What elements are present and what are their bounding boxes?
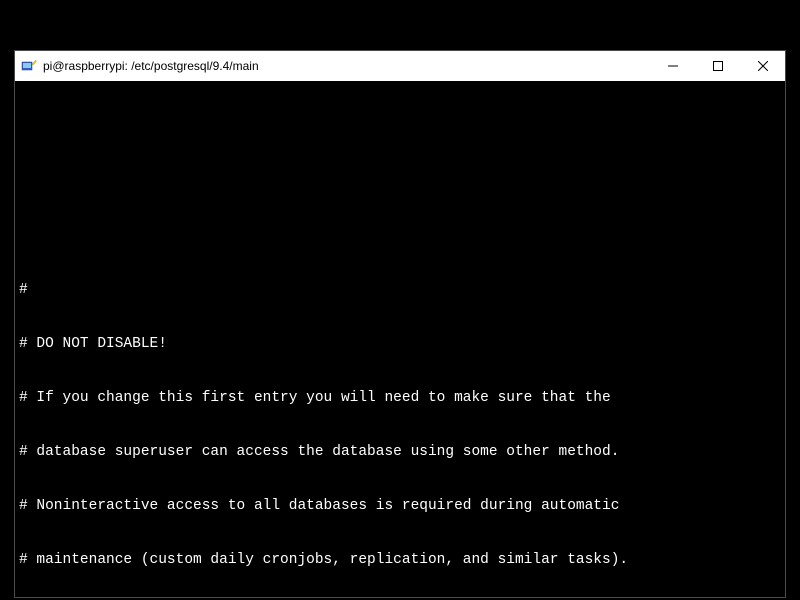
- terminal-line: # If you change this first entry you wil…: [19, 389, 781, 407]
- window-controls: [650, 51, 785, 81]
- close-button[interactable]: [740, 51, 785, 81]
- terminal-blank-line: [19, 227, 781, 245]
- putty-icon: [21, 58, 37, 74]
- terminal-viewport[interactable]: # # DO NOT DISABLE! # If you change this…: [15, 81, 785, 597]
- terminal-blank-line: [19, 119, 781, 137]
- window-title: pi@raspberrypi: /etc/postgresql/9.4/main: [43, 59, 650, 73]
- terminal-line: # Noninteractive access to all databases…: [19, 497, 781, 515]
- terminal-line: #: [19, 281, 781, 299]
- terminal-blank-line: [19, 173, 781, 191]
- titlebar: pi@raspberrypi: /etc/postgresql/9.4/main: [15, 51, 785, 81]
- terminal-line: # DO NOT DISABLE!: [19, 335, 781, 353]
- minimize-button[interactable]: [650, 51, 695, 81]
- maximize-button[interactable]: [695, 51, 740, 81]
- terminal-window: pi@raspberrypi: /etc/postgresql/9.4/main…: [14, 50, 786, 598]
- terminal-line: # database superuser can access the data…: [19, 443, 781, 461]
- terminal-line: # maintenance (custom daily cronjobs, re…: [19, 551, 781, 569]
